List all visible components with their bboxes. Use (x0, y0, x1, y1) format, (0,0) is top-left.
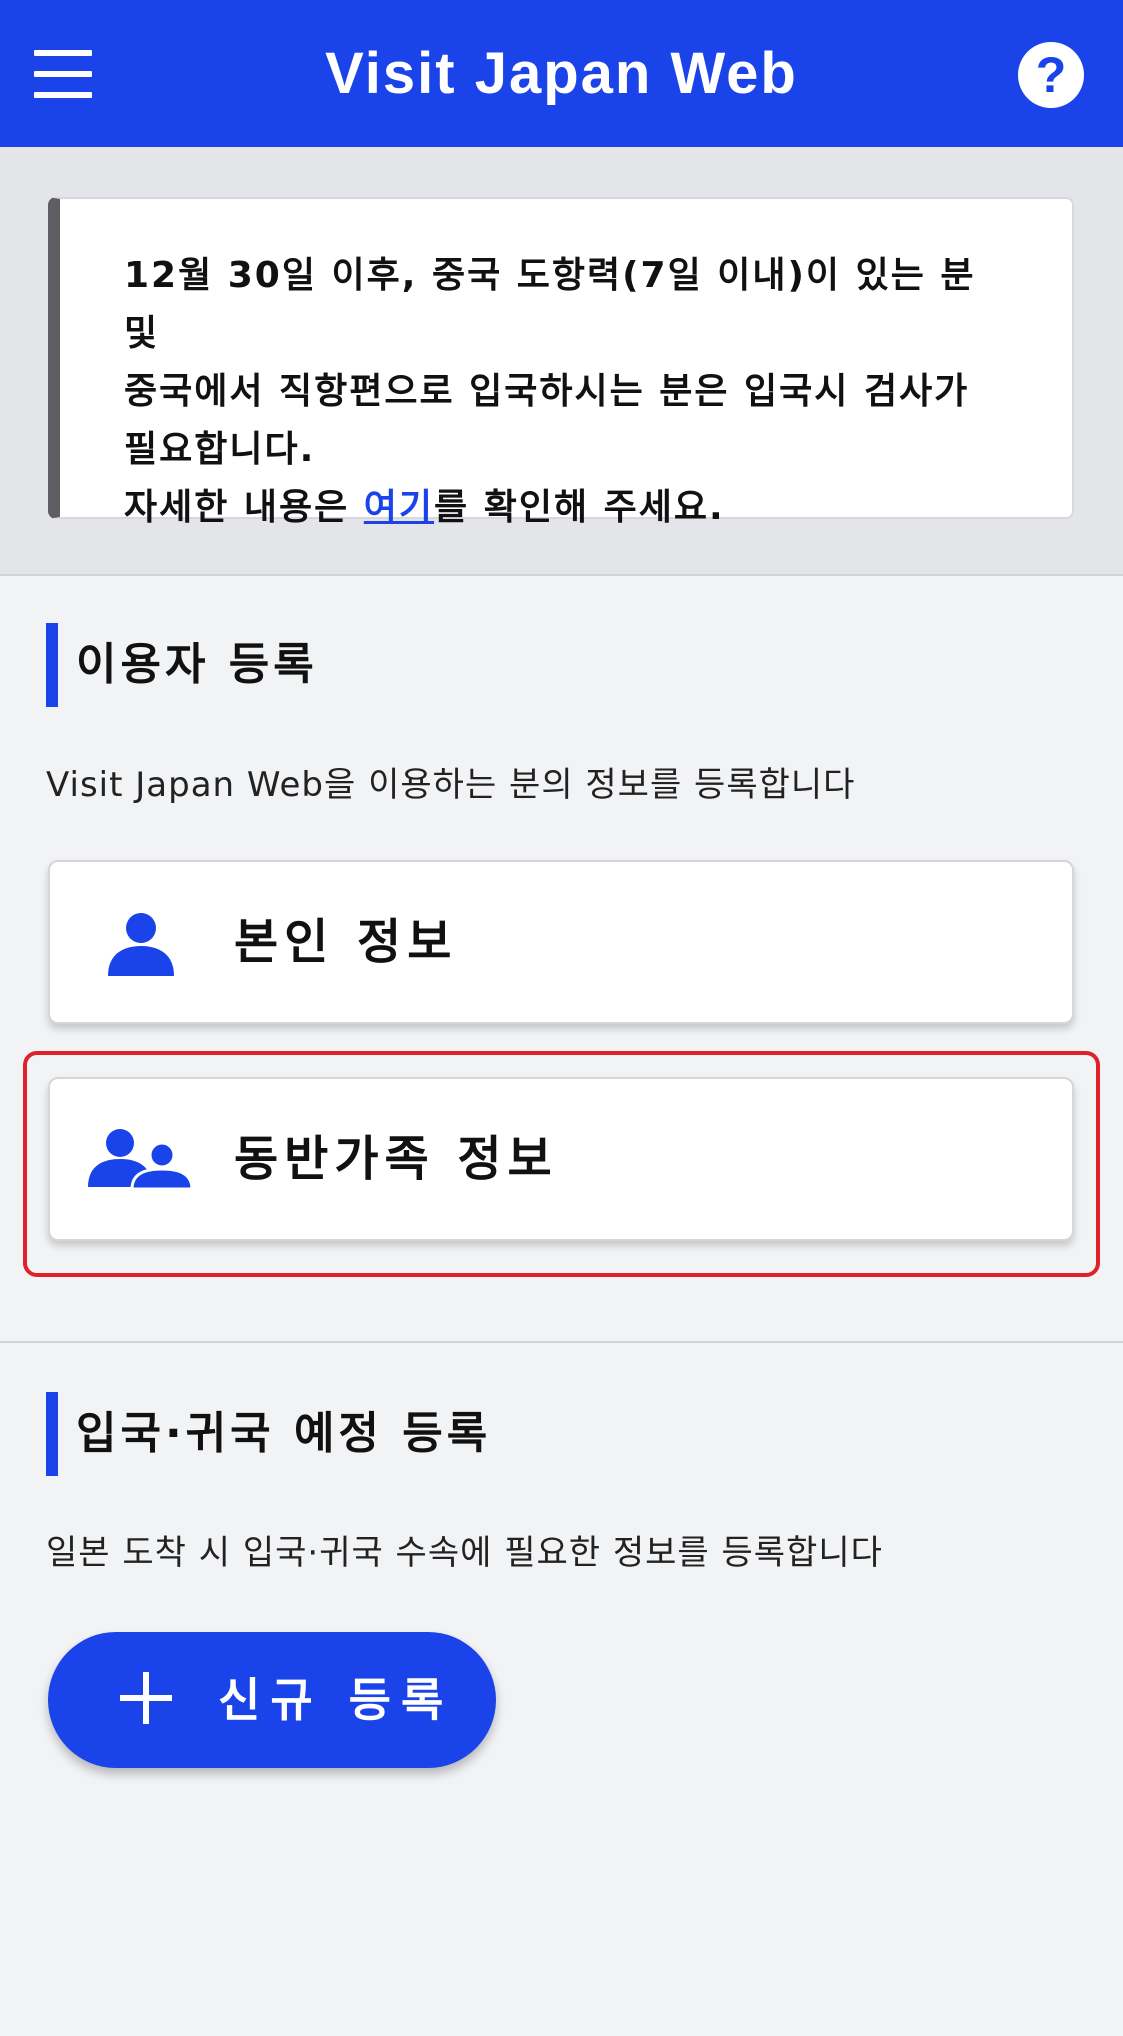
notice-line-2: 중국에서 직항편으로 입국하시는 분은 입국시 검사가 (124, 371, 970, 412)
notice-card: 12월 30일 이후, 중국 도항력(7일 이내)이 있는 분 및 중국에서 직… (48, 197, 1074, 528)
trip-registration-heading: 입국·귀국 예정 등록 (46, 1392, 491, 1476)
section-divider (0, 1341, 1123, 1343)
highlight-frame (23, 1051, 1100, 1277)
notice-line-3: 필요합니다. (124, 429, 316, 470)
help-icon[interactable]: ? (1018, 42, 1084, 108)
notice-area: 12월 30일 이후, 중국 도항력(7일 이내)이 있는 분 및 중국에서 직… (0, 147, 1123, 576)
app-title: Visit Japan Web (325, 41, 798, 106)
notice-line-4: 자세한 내용은 여기를 확인해 주세요. (124, 479, 1012, 537)
user-registration-description: Visit Japan Web을 이용하는 분의 정보를 등록합니다 (46, 765, 856, 805)
self-info-label: 본인 정보 (234, 914, 458, 970)
plus-icon (120, 1672, 172, 1724)
notice-line-1: 12월 30일 이후, 중국 도항력(7일 이내)이 있는 분 및 (124, 255, 976, 354)
notice-details-link[interactable]: 여기 (364, 487, 434, 528)
self-info-button[interactable]: 본인 정보 (48, 860, 1074, 1024)
app-header: Visit Japan Web ? (0, 0, 1123, 147)
notice-line-4-prefix: 자세한 내용은 (124, 487, 364, 528)
trip-registration-description: 일본 도착 시 입국·귀국 수속에 필요한 정보를 등록합니다 (46, 1533, 883, 1573)
user-registration-heading: 이용자 등록 (46, 623, 318, 707)
new-registration-button[interactable]: 신규 등록 (48, 1632, 496, 1768)
notice-line-4-suffix: 를 확인해 주세요. (434, 487, 725, 528)
new-registration-label: 신규 등록 (218, 1673, 454, 1727)
person-icon (108, 913, 174, 976)
